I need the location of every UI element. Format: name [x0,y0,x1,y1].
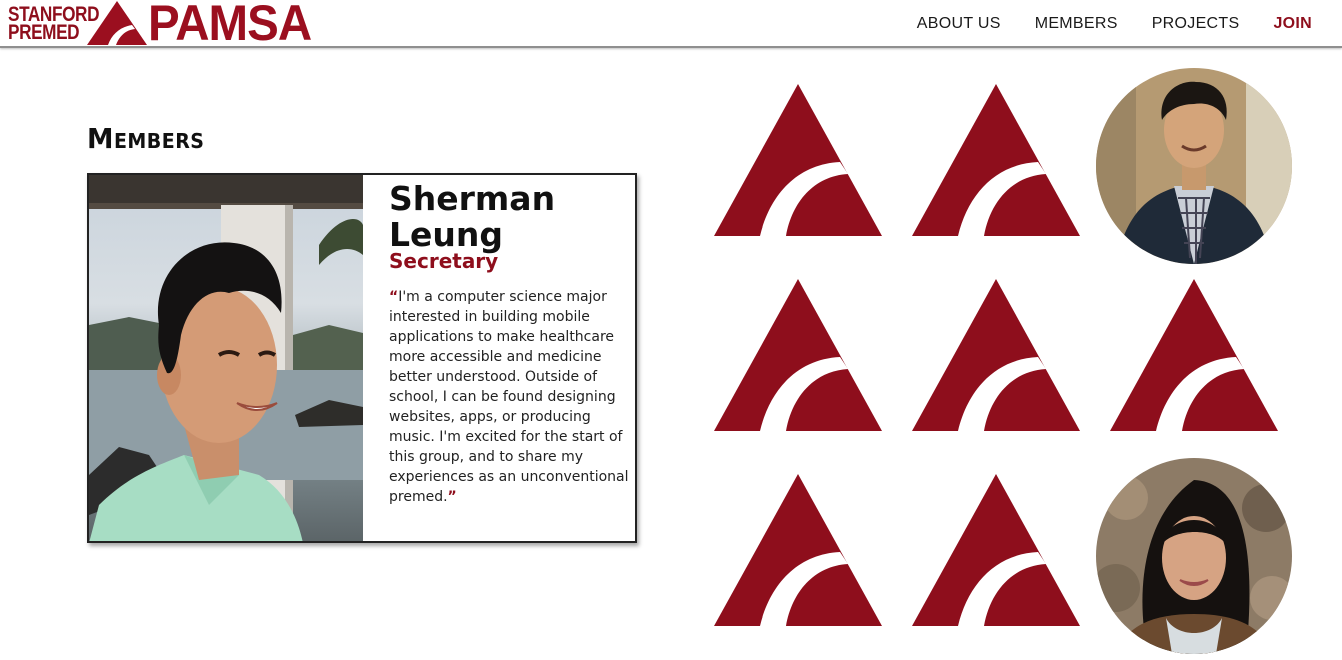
pamsa-triangle-icon [912,279,1080,431]
member-tile-2[interactable] [910,82,1110,277]
member-info: Sherman Leung Secretary “I'm a computer … [389,181,635,507]
member-tile-8[interactable] [910,472,1110,660]
page-title: Members [87,122,205,155]
member-tile-4[interactable] [712,277,912,472]
nav-projects[interactable]: PROJECTS [1152,15,1240,33]
pamsa-triangle-icon [714,279,882,431]
member-first-name: Sherman [389,179,556,218]
member-tile-1[interactable] [712,82,912,277]
member-photo-illustration [89,175,363,541]
avatar-male-icon [1096,68,1292,264]
pamsa-triangle-icon [714,84,882,236]
pamsa-triangle-icon [912,474,1080,626]
member-avatar-male[interactable] [1096,68,1292,264]
pamsa-triangle-icon [1110,279,1278,431]
member-detail-card: Sherman Leung Secretary “I'm a computer … [87,173,637,543]
close-quote-mark: ” [447,489,457,505]
top-navigation-bar: STANFORD PREMED PAMSA ABOUT US MEMBERS P… [0,0,1342,51]
logo-triangle-icon [87,1,147,45]
main-nav: ABOUT US MEMBERS PROJECTS JOIN [883,0,1312,48]
member-last-name: Leung [389,215,504,254]
member-quote: “I'm a computer science major interested… [389,287,635,507]
member-role: Secretary [389,249,499,273]
member-name: Sherman Leung [389,181,635,253]
nav-join[interactable]: JOIN [1273,15,1312,33]
member-photo [89,175,363,541]
logo-wordmark: PAMSA [148,0,312,51]
open-quote-mark: “ [389,289,399,305]
member-tile-6[interactable] [1108,277,1308,472]
nav-about-us[interactable]: ABOUT US [917,15,1001,33]
avatar-female-icon [1096,458,1292,654]
member-tile-5[interactable] [910,277,1110,472]
pamsa-triangle-icon [912,84,1080,236]
pamsa-triangle-icon [714,474,882,626]
nav-members[interactable]: MEMBERS [1035,15,1118,33]
member-avatar-female[interactable] [1096,458,1292,654]
member-quote-text: I'm a computer science major interested … [389,289,629,505]
member-tile-7[interactable] [712,472,912,660]
